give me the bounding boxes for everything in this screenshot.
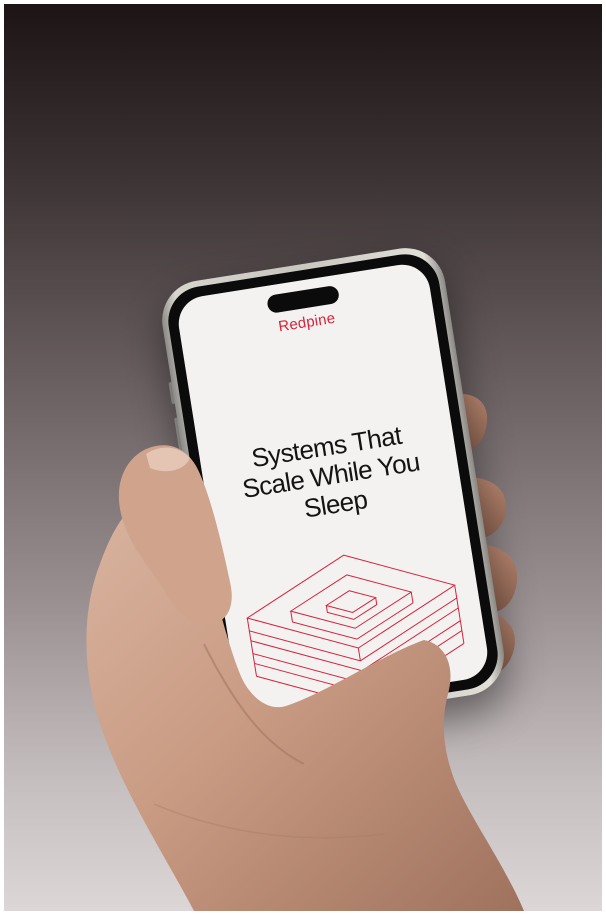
hand-front-illustration <box>86 445 524 911</box>
photo-frame: Redpine Systems That Scale While You Sle… <box>4 4 602 911</box>
scene: Redpine Systems That Scale While You Sle… <box>4 4 602 911</box>
